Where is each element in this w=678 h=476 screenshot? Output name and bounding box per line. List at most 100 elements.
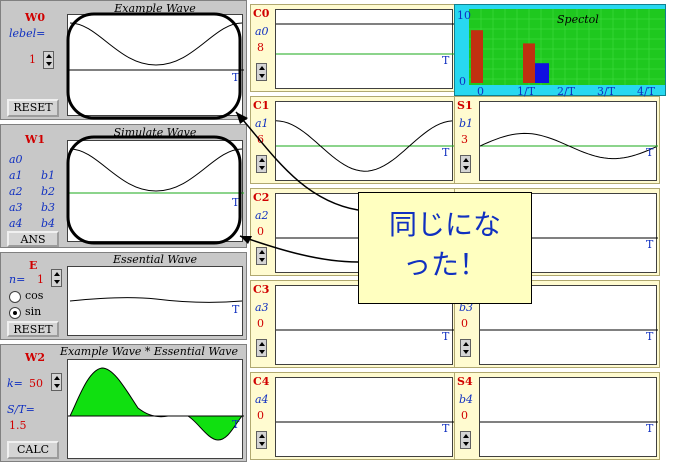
sin-radio-dot <box>13 311 17 315</box>
sin-coef-value: 3 <box>461 133 468 146</box>
cos-coef-stepper[interactable] <box>256 63 267 81</box>
sin-t-label: T <box>646 330 654 343</box>
cos-coef-label: a0 <box>255 25 269 38</box>
callout-box: 同じにな った！ <box>358 192 532 304</box>
w2-calc-button[interactable]: CALC <box>7 441 59 459</box>
cos-title: C0 <box>253 7 270 20</box>
essential-panel: Essential Wave E n= 1 cos sin RESET T <box>0 252 247 340</box>
sin-t-label: T <box>646 146 654 159</box>
spectol-plot: Spectol <box>469 9 665 85</box>
essential-t-label: T <box>232 303 240 316</box>
spectol-title: Spectol <box>557 13 599 26</box>
cos-t-label: T <box>442 54 450 67</box>
w1-panel: Simulate Wave W1 a0 a1 b1 a2 b2 a3 b3 a4… <box>0 124 247 248</box>
w1-wave <box>69 148 243 192</box>
cos-title: C3 <box>253 283 270 296</box>
w2-t-label: T <box>232 418 240 431</box>
cos-panel-1: C1 a1 6 T <box>250 96 456 184</box>
sin-t-label: T <box>646 422 654 435</box>
spectol-bar-b <box>535 63 549 83</box>
cos-coef-stepper[interactable] <box>256 155 267 173</box>
cos-coef-value: 0 <box>257 409 264 422</box>
w0-plot: T <box>67 14 244 116</box>
essential-n-value: 1 <box>37 273 44 286</box>
sin-title: S1 <box>457 99 473 112</box>
sin-panel-1: S1 b1 3 T <box>454 96 660 184</box>
w1-b3: b3 <box>41 201 56 214</box>
w1-a2: a2 <box>9 185 23 198</box>
callout-line1: 同じにな <box>388 208 501 241</box>
w1-ans-button[interactable]: ANS <box>7 231 59 247</box>
spectol-bar-a <box>523 43 535 83</box>
w2-k-stepper[interactable] <box>51 373 62 391</box>
w0-title: W0 <box>25 11 46 24</box>
cos-coef-value: 8 <box>257 41 264 54</box>
spectol-x-label: 1/T <box>517 85 536 98</box>
sin-coef-stepper[interactable] <box>460 155 471 173</box>
sin-title: S4 <box>457 375 473 388</box>
cos-coef-stepper[interactable] <box>256 247 267 265</box>
essential-caption: Essential Wave <box>112 253 198 266</box>
w1-caption: Simulate Wave <box>113 126 197 139</box>
w2-product-wave <box>69 367 244 441</box>
w1-a3: a3 <box>9 201 23 214</box>
cos-coef-label: a1 <box>255 117 269 130</box>
sin-coef-stepper[interactable] <box>460 431 471 449</box>
cos-title: C1 <box>253 99 270 112</box>
w2-st-value: 1.5 <box>9 419 27 432</box>
spectol-y-bottom: 0 <box>459 75 466 88</box>
w1-a0: a0 <box>9 153 23 166</box>
w1-title: W1 <box>25 133 46 146</box>
w1-b4: b4 <box>41 217 56 230</box>
cos-panel-4: C4 a4 0 T <box>250 372 456 460</box>
spectol-x-label: 4/T <box>637 85 656 98</box>
w2-k-label: k= <box>7 377 23 390</box>
cos-plot: T <box>275 9 454 89</box>
cos-plot: T <box>275 377 454 457</box>
w2-panel: Example Wave * Essential Wave W2 k= 50 S… <box>0 344 247 462</box>
cos-title: C2 <box>253 191 270 204</box>
cos-coef-value: 0 <box>257 317 264 330</box>
w1-a1: a1 <box>9 169 23 182</box>
callout-line2: った！ <box>402 248 487 281</box>
cos-coef-label: a3 <box>255 301 269 314</box>
w2-caption: Example Wave * Essential Wave <box>60 345 238 358</box>
w1-b1: b1 <box>41 169 56 182</box>
cos-t-label: T <box>442 146 450 159</box>
w2-plot: T <box>67 359 244 459</box>
w0-panel: Example Wave W0 lebel= 1 RESET T <box>0 0 247 120</box>
w1-t-label: T <box>232 196 240 209</box>
cos-title: C4 <box>253 375 270 388</box>
spectol-x-label: 3/T <box>597 85 616 98</box>
cos-coef-label: a4 <box>255 393 269 406</box>
cos-label: cos <box>25 289 44 302</box>
essential-n-stepper[interactable] <box>51 269 62 287</box>
spectol-x-label: 0 <box>477 85 484 98</box>
cos-radio[interactable] <box>9 291 21 303</box>
spectol-bar-a <box>471 30 483 83</box>
w1-b2: b2 <box>41 185 56 198</box>
cos-t-label: T <box>442 422 450 435</box>
sin-radio[interactable] <box>9 307 21 319</box>
essential-n-label: n= <box>9 273 26 286</box>
cos-plot: T <box>275 101 454 181</box>
sin-plot: T <box>479 377 658 457</box>
spectol-y-top: 10 <box>457 9 471 22</box>
cos-panel-0: C0 a0 8 T <box>250 4 456 92</box>
cos-coef-value: 0 <box>257 225 264 238</box>
w2-st-label: S/T= <box>7 403 35 416</box>
w1-a4: a4 <box>9 217 23 230</box>
cos-coef-stepper[interactable] <box>256 431 267 449</box>
sin-label: sin <box>25 305 42 318</box>
w0-label-text: lebel= <box>9 27 46 40</box>
essential-reset-button[interactable]: RESET <box>7 321 59 337</box>
sin-coef-label: b1 <box>459 117 474 130</box>
sin-coef-stepper[interactable] <box>460 339 471 357</box>
cos-coef-label: a2 <box>255 209 269 222</box>
w0-wave <box>69 22 243 66</box>
w2-k-value: 50 <box>29 377 43 390</box>
cos-t-label: T <box>442 330 450 343</box>
cos-coef-stepper[interactable] <box>256 339 267 357</box>
w0-level-stepper[interactable] <box>43 51 54 69</box>
w0-reset-button[interactable]: RESET <box>7 99 59 117</box>
